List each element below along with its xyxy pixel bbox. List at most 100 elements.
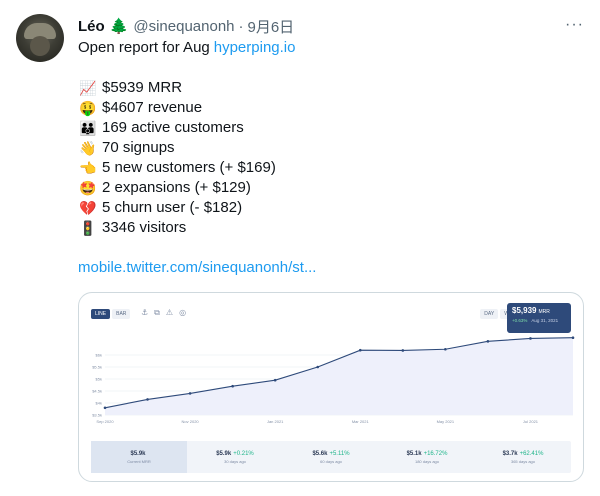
stat-label: 365 days ago	[510, 458, 536, 464]
user-handle[interactable]: @sinequanonh	[133, 18, 234, 35]
stat-line: 🚦 3346 visitors	[78, 218, 578, 238]
data-point	[401, 349, 405, 352]
display-name[interactable]: Léo	[78, 18, 105, 35]
tree-emoji-icon: 🌲	[109, 18, 129, 35]
stat-line-text: 169 active customers	[102, 119, 244, 136]
stat-value: $5.1k	[406, 450, 422, 457]
chart-tools: ⚓ ⧉ ⚠ ◎	[141, 308, 186, 318]
data-point	[188, 392, 192, 395]
y-tick-label: $5k	[96, 377, 102, 382]
hyperping-link[interactable]: hyperping.io	[214, 38, 296, 58]
stat-value: $5.9k	[216, 450, 232, 457]
y-tick-label: $6k	[96, 353, 102, 358]
data-point	[571, 336, 575, 340]
data-point	[231, 384, 234, 388]
copy-icon[interactable]: ⧉	[154, 308, 160, 318]
area-fill	[105, 337, 573, 415]
stat-line-text: 3346 visitors	[102, 219, 187, 236]
data-point	[529, 337, 532, 340]
stat-line-text: $5939 MRR	[102, 79, 183, 96]
warning-icon[interactable]: ⚠	[166, 308, 173, 318]
stat-change: +62.41%	[519, 450, 544, 457]
y-tick-label: $5.5k	[92, 365, 102, 370]
more-options-icon[interactable]: ···	[565, 16, 584, 34]
stat-label: 60 days ago	[320, 458, 342, 464]
y-tick-label: $3.5k	[92, 413, 102, 418]
chart-area: $3.5k $4k $4.5k $5k $5.5k $6k Sep 2020 Nov 2020…	[83, 299, 581, 433]
tooltip-unit: MRR	[538, 309, 550, 315]
data-point	[146, 398, 149, 401]
stat-change: +0.21%	[233, 450, 254, 457]
stat-line: 💔 5 churn user (- $182)	[78, 198, 578, 218]
y-tick-label: $4.5k	[92, 389, 102, 394]
stats-list: 📈 $5939 MRR 🤑 $4607 revenue 👪 169 active cust…	[78, 78, 578, 238]
data-point	[273, 378, 277, 382]
chart-tooltip: $5,939 MRR +0.63% Aug 31, 2021	[507, 303, 571, 333]
avatar-face	[30, 36, 50, 56]
chart-type-toggle: LINE BAR	[91, 309, 131, 319]
family-icon: 👪	[79, 120, 97, 136]
separator-dot: ·	[238, 17, 244, 35]
waving-hand-icon: 👋	[79, 140, 97, 156]
stat-change: +16.72%	[423, 450, 448, 457]
stat-cell[interactable]: $5.6k +5.11% 60 days ago	[283, 441, 379, 473]
tooltip-date: Aug 31, 2021	[531, 318, 559, 323]
stat-change: +5.11%	[329, 450, 350, 457]
x-tick-label: Jan 2021	[267, 419, 284, 424]
pointing-hand-icon: 👈	[79, 160, 97, 176]
stat-line-text: 2 expansions (+ $129)	[102, 179, 251, 196]
stat-label: 180 days ago	[414, 458, 440, 464]
stat-line: 👪 169 active customers	[78, 118, 578, 138]
stat-label: Current MRR	[127, 458, 151, 464]
target-icon[interactable]: ◎	[179, 308, 186, 318]
x-tick-label: Mar 2021	[352, 419, 370, 424]
intro-line: Open report for Aug hyperping.io	[78, 38, 578, 58]
tweet-header: Léo 🌲 @sinequanonh · 9月6日	[78, 16, 294, 36]
tooltip-change: +0.63%	[512, 318, 528, 323]
data-point	[486, 340, 490, 343]
data-point	[358, 348, 362, 352]
broken-heart-icon: 💔	[79, 200, 97, 216]
stat-line: 👈 5 new customers (+ $169)	[78, 158, 578, 178]
x-tick-label: Nov 2020	[182, 419, 200, 424]
stat-cell[interactable]: $5.1k +16.72% 180 days ago	[379, 441, 475, 473]
stat-line-text: 5 new customers (+ $169)	[102, 159, 276, 176]
range-day-button[interactable]: DAY	[480, 309, 499, 319]
line-toggle-button[interactable]: LINE	[91, 309, 111, 319]
star-struck-icon: 🤩	[79, 180, 97, 196]
stat-cell[interactable]: $5.9k Current MRR	[91, 441, 187, 473]
x-tick-label: Jul 2021	[523, 419, 539, 424]
stat-line: 📈 $5939 MRR	[78, 78, 578, 98]
anchor-icon[interactable]: ⚓	[141, 308, 148, 318]
stat-cell[interactable]: $3.7k +62.41% 365 days ago	[475, 441, 571, 473]
y-tick-label: $4k	[96, 401, 102, 406]
stat-line: 🤩 2 expansions (+ $129)	[78, 178, 578, 198]
mrr-stats-bar: $5.9k Current MRR $5.9k +0.21% 30 days ago $5…	[91, 441, 571, 473]
stat-line-text: 70 signups	[102, 139, 175, 156]
data-point	[444, 347, 447, 351]
tweet-link[interactable]: mobile.twitter.com/sinequanonh/st...	[78, 258, 316, 278]
link-line: mobile.twitter.com/sinequanonh/st...	[78, 258, 578, 278]
stat-value: $3.7k	[502, 450, 518, 457]
chart-up-icon: 📈	[79, 80, 97, 96]
intro-text: Open report for Aug	[78, 39, 210, 56]
stat-value: $5.9k	[130, 450, 146, 457]
stat-label: 30 days ago	[224, 458, 246, 464]
x-tick-label: Sep 2020	[96, 419, 114, 424]
bar-toggle-button[interactable]: BAR	[112, 309, 131, 319]
data-point	[103, 406, 107, 410]
tweet-date[interactable]: 9月6日	[248, 16, 295, 37]
media-card[interactable]: $3.5k $4k $4.5k $5k $5.5k $6k Sep 2020 Nov 2020…	[78, 292, 584, 482]
traffic-light-icon: 🚦	[79, 220, 97, 236]
avatar[interactable]	[16, 14, 64, 62]
tooltip-value: $5,939	[512, 306, 537, 315]
stat-cell[interactable]: $5.9k +0.21% 30 days ago	[187, 441, 283, 473]
data-point	[316, 365, 320, 369]
stat-line-text: 5 churn user (- $182)	[102, 199, 243, 216]
x-tick-label: May 2021	[437, 419, 455, 424]
stat-line: 👋 70 signups	[78, 138, 578, 158]
stat-line: 🤑 $4607 revenue	[78, 98, 578, 118]
stat-line-text: $4607 revenue	[102, 99, 203, 116]
tweet-body: Open report for Aug hyperping.io 📈 $5939 …	[78, 38, 578, 278]
money-face-icon: 🤑	[79, 100, 97, 116]
